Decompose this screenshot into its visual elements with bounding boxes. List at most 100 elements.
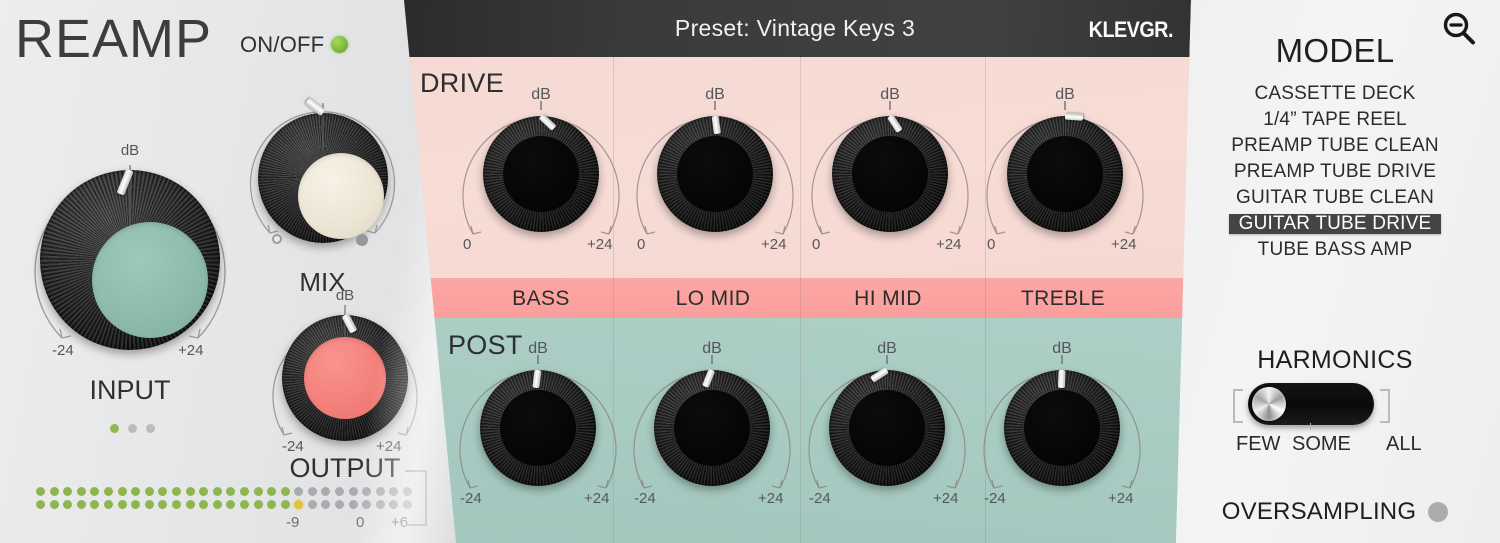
output-knob[interactable]: dB -24 +24 OUTPUT xyxy=(260,287,430,483)
drive-knob-3[interactable]: dB 0 +24 xyxy=(965,76,1165,266)
harmonics-bracket-left xyxy=(1233,389,1243,423)
input-knob-caption: INPUT xyxy=(89,375,171,405)
drive-knob-2[interactable]: dB 0 +24 xyxy=(790,76,990,266)
harmonics-section-title: HARMONICS xyxy=(1257,346,1413,374)
meter-led xyxy=(348,500,358,509)
band-label-hi-mid: HI MID xyxy=(854,287,922,310)
meter-led xyxy=(321,487,331,496)
meter-led xyxy=(158,487,168,496)
drive-knob-body-2[interactable] xyxy=(832,114,948,232)
post-max-label-3: +24 xyxy=(1108,490,1134,507)
meter-led xyxy=(185,500,195,509)
post-min-label-1: -24 xyxy=(634,490,656,507)
input-max-label: +24 xyxy=(178,342,204,359)
meter-row-top xyxy=(36,487,413,496)
harmonics-option-all[interactable]: ALL xyxy=(1386,433,1422,456)
meter-led xyxy=(307,500,317,509)
meter-led xyxy=(117,487,127,496)
harmonics-option-few[interactable]: FEW xyxy=(1236,433,1280,456)
meter-led xyxy=(36,500,45,509)
harmonics-toggle-handle[interactable] xyxy=(1252,387,1286,421)
drive-min-label-2: 0 xyxy=(812,236,821,253)
band-label-treble: TREBLE xyxy=(1020,287,1106,310)
left-panel: REAMP ON/OFF dB -24 +24 INPUT MIX dB -24… xyxy=(0,0,456,543)
drive-knob-1[interactable]: dB 0 +24 xyxy=(615,76,815,266)
post-max-label-1: +24 xyxy=(758,490,784,507)
meter-label: -9 xyxy=(286,514,300,531)
meter-led xyxy=(103,487,113,496)
meter-led xyxy=(199,500,209,509)
post-knob-2[interactable]: dB -24 +24 xyxy=(787,330,987,520)
meter-row-bottom xyxy=(36,500,413,509)
post-unit-label-2: dB xyxy=(877,340,897,357)
input-dot-2 xyxy=(146,424,155,433)
meter-bracket xyxy=(405,470,427,526)
drive-knob-body-3[interactable] xyxy=(1007,112,1123,232)
drive-unit-label-2: dB xyxy=(880,86,900,103)
meter-led xyxy=(63,500,73,509)
preset-header-bar: Preset: Vintage Keys 3 KLEVGR. xyxy=(403,0,1191,57)
post-knob-body-1[interactable] xyxy=(654,368,770,486)
drive-min-label-0: 0 xyxy=(463,236,472,253)
post-min-label-2: -24 xyxy=(809,490,831,507)
post-knob-face-1 xyxy=(674,390,750,466)
klevgr-logo: KLEVGR. xyxy=(1089,17,1174,42)
model-item-6[interactable]: TUBE BASS AMP xyxy=(1176,240,1500,260)
model-item-3[interactable]: PREAMP TUBE DRIVE xyxy=(1176,162,1500,182)
model-list: CASSETTE DECK 1/4” TAPE REEL PREAMP TUBE C… xyxy=(1176,84,1500,266)
post-unit-label-1: dB xyxy=(702,340,722,357)
drive-knob-pointer-1 xyxy=(711,115,721,135)
model-item-1[interactable]: 1/4” TAPE REEL xyxy=(1176,110,1500,130)
model-item-5[interactable]: GUITAR TUBE DRIVE xyxy=(1229,214,1441,234)
post-knob-pointer-1 xyxy=(702,368,716,389)
drive-unit-label-1: dB xyxy=(705,86,725,103)
magnifier-minus-icon[interactable] xyxy=(1438,8,1482,52)
meter-led xyxy=(226,500,236,509)
preset-name[interactable]: Preset: Vintage Keys 3 xyxy=(403,15,1191,42)
model-item-2[interactable]: PREAMP TUBE CLEAN xyxy=(1176,136,1500,156)
post-knob-body-2[interactable] xyxy=(829,367,945,486)
oversampling-label: OVERSAMPLING xyxy=(1221,498,1417,525)
meter-led xyxy=(212,500,222,509)
post-max-label-2: +24 xyxy=(933,490,959,507)
oversampling-led[interactable] xyxy=(1428,502,1449,522)
meter-led xyxy=(49,487,59,496)
meter-led xyxy=(171,487,181,496)
harmonics-option-some[interactable]: SOME xyxy=(1292,433,1351,456)
meter-led xyxy=(144,500,154,509)
drive-knob-face-1 xyxy=(677,136,753,212)
output-unit-label: dB xyxy=(335,287,355,304)
mix-knob[interactable]: MIX xyxy=(240,95,405,297)
post-knob-0[interactable]: dB -24 +24 xyxy=(438,330,638,520)
meter-led xyxy=(90,487,100,496)
input-dot-1 xyxy=(128,424,137,433)
meter-led xyxy=(294,487,304,496)
post-knob-1[interactable]: dB -24 +24 xyxy=(612,330,812,520)
meter-led xyxy=(131,500,141,509)
post-knob-3[interactable]: dB -24 +24 xyxy=(962,330,1162,520)
harmonics-toggle-track[interactable] xyxy=(1248,383,1374,425)
drive-knob-face-0 xyxy=(503,136,579,212)
post-knob-body-3[interactable] xyxy=(1004,369,1120,486)
drive-knob-pointer-2 xyxy=(887,114,903,134)
meter-led xyxy=(49,500,59,509)
drive-knob-body-1[interactable] xyxy=(657,115,773,232)
drive-knob-0[interactable]: dB 0 +24 xyxy=(441,76,641,266)
meter-led xyxy=(294,500,304,509)
oversampling-row[interactable]: OVERSAMPLING xyxy=(1176,498,1500,526)
post-knob-body-0[interactable] xyxy=(480,369,596,486)
meter-led xyxy=(226,487,236,496)
drive-knob-body-0[interactable] xyxy=(483,113,599,232)
model-item-0[interactable]: CASSETTE DECK xyxy=(1176,84,1500,104)
input-indicator-dots xyxy=(110,424,155,433)
input-knob[interactable]: dB -24 +24 INPUT xyxy=(20,142,240,405)
meter-led xyxy=(117,500,127,509)
post-unit-label-3: dB xyxy=(1052,340,1072,357)
power-led[interactable] xyxy=(331,36,348,53)
input-unit-label: dB xyxy=(120,142,140,159)
model-item-4[interactable]: GUITAR TUBE CLEAN xyxy=(1176,188,1500,208)
meter-label: 0 xyxy=(356,514,365,531)
meter-led xyxy=(239,500,249,509)
meter-led xyxy=(253,487,263,496)
harmonics-toggle[interactable]: FEW SOME ALL xyxy=(1230,383,1450,455)
